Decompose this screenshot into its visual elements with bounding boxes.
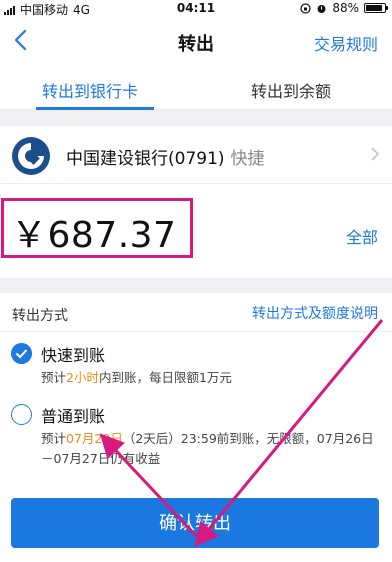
fast-option-desc: 预计2小时内到账，每日限额1万元: [41, 368, 381, 388]
ccb-bank-logo-icon: [12, 137, 50, 175]
nav-bar: 转出 交易规则: [0, 18, 392, 64]
tab-to-bank-card[interactable]: 转出到银行卡: [42, 78, 138, 102]
chevron-right-icon: [371, 147, 380, 161]
status-bar: 中国移动 4G 04:11 88%: [0, 0, 392, 18]
option-normal-arrival[interactable]: 普通到账 预计07月28日（2天后）23:59前到账，无限额，07月26日－07…: [0, 401, 392, 471]
bank-card-selector[interactable]: 中国建设银行(0791) 快捷: [0, 126, 392, 184]
fast-desc-post: 内到账，每日限额1万元: [98, 370, 232, 385]
fast-option-title: 快速到账: [41, 346, 106, 365]
transfer-all-link[interactable]: 全部: [346, 224, 378, 248]
normal-option-desc: 预计07月28日（2天后）23:59前到账，无限额，07月26日－07月27日仍…: [41, 429, 381, 469]
bank-name-label: 中国建设银行(0791) 快捷: [66, 144, 265, 169]
orientation-lock-icon: [300, 2, 311, 14]
alarm-icon: [317, 4, 326, 13]
amount-value[interactable]: ￥687.37: [11, 206, 176, 258]
battery-percent: 88%: [332, 1, 359, 15]
battery-icon: [364, 3, 388, 13]
method-header: 转出方式: [12, 308, 68, 324]
normal-option-title: 普通到账: [41, 407, 106, 426]
option-fast-arrival[interactable]: 快速到账 预计2小时内到账，每日限额1万元: [0, 340, 392, 388]
trade-rules-link[interactable]: 交易规则: [314, 31, 378, 55]
radio-checked-icon[interactable]: [11, 343, 32, 364]
bank-tag: 快捷: [230, 149, 265, 169]
bank-name: 中国建设银行(0791): [66, 149, 225, 169]
fast-desc-highlight: 2小时: [66, 370, 99, 385]
confirm-transfer-button[interactable]: 确认转出: [11, 498, 379, 548]
normal-desc-pre: 预计: [41, 431, 67, 446]
active-tab-indicator: [36, 107, 154, 110]
method-help-link[interactable]: 转出方式及额度说明: [252, 303, 378, 323]
amount-row: ￥687.37 全部: [0, 184, 392, 278]
radio-unchecked-icon[interactable]: [11, 404, 32, 425]
fast-desc-pre: 预计: [41, 370, 67, 385]
normal-desc-highlight: 07月28日: [66, 431, 123, 446]
transfer-tabs: 转出到银行卡 转出到余额: [0, 64, 392, 110]
divider: [0, 331, 392, 332]
tab-to-balance[interactable]: 转出到余额: [251, 78, 331, 102]
